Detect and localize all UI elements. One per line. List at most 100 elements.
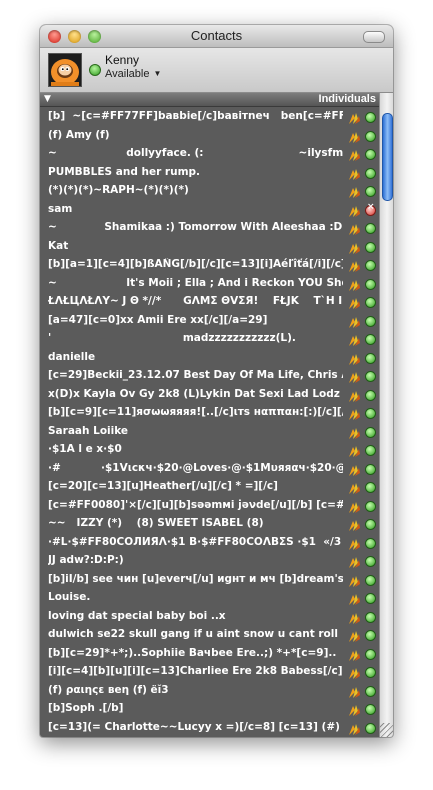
online-status-icon [365,408,376,419]
disclosure-triangle-icon[interactable]: ▼ [44,94,51,104]
contact-row[interactable]: sam [40,200,379,219]
contact-name: [c=#FF0080]'×[/c][u][b]ѕәәmмі јәνdе[/u][… [48,498,343,511]
contact-list: [b] ~[c=#FF77FF]baвbie[/c]baвiтneч ben[c… [40,107,379,737]
contact-row[interactable]: [c=#FF0080]'×[/c][u][b]ѕәәmмі јәνdе[/u][… [40,496,379,515]
contact-name: ' madzzzzzzzzzzz(L). ... [48,332,343,344]
online-status-icon [365,315,376,327]
contacts-window: Contacts Kenny Available▼ ▼ Individuals [40,25,393,737]
service-icon [347,462,361,476]
contact-name: [a=47][c=0]xx Amii Ere xx[/c][/a=29] [48,313,268,326]
online-status-icon [365,574,376,586]
service-icon [347,388,361,402]
contact-row[interactable]: loving dat special baby boi ..x [40,607,379,626]
contact-row[interactable]: ~ dollyyface. (: ~ilysfm . [40,144,379,163]
online-status-icon [365,667,376,678]
service-icon [347,314,361,328]
scrollbar-thumb[interactable] [382,113,393,201]
contact-row[interactable]: ~~ IZZY (*) (8) SWEET ISABEL (8) [40,514,379,533]
contact-row[interactable]: [b]Soph .[/b] [40,699,379,718]
contact-row[interactable]: [b] ~[c=#FF77FF]baвbie[/c]baвiтneч ben[c… [40,107,379,126]
online-status-icon [365,482,376,493]
resize-grip[interactable] [379,723,393,737]
contact-row[interactable]: Saraah Loiike [40,422,379,441]
contact-row[interactable]: [c=29]Beckii_23.12.07 Best Day Of Ma Lif… [40,366,379,385]
contact-row[interactable]: dulwich se22 skull gang if u aint snow u… [40,625,379,644]
contact-row[interactable]: Kev ~ i might love jade [: [40,736,379,737]
title-bar[interactable]: Contacts [40,25,393,48]
service-icon [347,499,361,513]
contact-row[interactable]: [b][c=29]*+*;)..Sophiie Baчbee Ere..;) *… [40,644,379,663]
contact-row[interactable]: PUMBBLES and her rump. [40,163,379,182]
online-status-icon [365,352,376,364]
account-header: Kenny Available ▼ [40,48,393,93]
contact-row[interactable]: Louise. [40,588,379,607]
contact-row[interactable]: [i][c=4][b][u][i][c=13]Charliee Ere 2k8 … [40,662,379,681]
contact-row[interactable]: [a=47][c=0]xx Amii Ere xx[/c][/a=29] [40,311,379,330]
online-status-icon [365,149,376,160]
contact-name: ·#L·$#FF80CОЛИЯΛ·$1 B·$#FF80COΛBΣS ·$1 «… [48,535,342,548]
contact-name: Kat [48,239,69,252]
online-status-icon [365,648,376,660]
contact-name: [b]iI/b] see чин [u]everч[/u] иgнт и мч … [48,572,343,585]
contact-name: ~~ IZZY (*) (8) SWEET ISABEL (8) [48,517,264,529]
contact-row[interactable]: ŁΛŁЦΛŁΛY~ J Θ *//* GΛMΣ ΘVΣЯ! FŁJK T`H I… [40,292,379,311]
contact-name: JJ adw?:D:P:) [48,554,124,566]
service-icon [347,240,361,254]
contact-row[interactable]: JJ adw?:D:P:) [40,551,379,570]
contact-row[interactable]: [c=20][c=13][u]Heather[/u][/c] * =][/c] [40,477,379,496]
avatar[interactable] [48,53,82,87]
contact-row[interactable]: [b]iI/b] see чин [u]everч[/u] иgнт и мч … [40,570,379,589]
service-icon [347,295,361,309]
online-status-icon [365,389,376,401]
service-icon [347,591,361,605]
contact-name: ŁΛŁЦΛŁΛY~ J Θ *//* GΛMΣ ΘVΣЯ! FŁJK T`H I… [48,295,343,307]
contact-row[interactable]: [b][c=9][c=11]яσωωяяяя![..[/c]ιтѕ нαππαн… [40,403,379,422]
online-status-icon [365,630,376,641]
service-icon [347,258,361,272]
contact-name: ~ Shamikaa :) Tomorrow With Aleeshaa :D [48,221,343,233]
contact-row[interactable]: ~ It's Moii ; Ella ; And i Reckon YOU Sh… [40,274,379,293]
contact-name: [c=13](= Charlotte~~Lucyy x =)[/c=8] [c=… [48,720,340,733]
contact-row[interactable]: ~ Shamikaa :) Tomorrow With Aleeshaa :D [40,218,379,237]
online-status-icon [365,722,376,734]
status-dropdown[interactable]: Available ▼ [105,68,161,80]
service-icon [347,110,361,124]
service-icon [347,554,361,568]
contact-row[interactable]: [b][a=1][c=4][b]ßAÑG[/b][/c][c=13][i]Aéľ… [40,255,379,274]
contact-name: [b]Soph .[/b] [48,702,124,714]
contact-row[interactable]: x(D)x Kayla Ov Gy 2k8 (L)Lykin Dat Sexi … [40,385,379,404]
online-status-icon [365,241,376,253]
contact-row[interactable]: ' madzzzzzzzzzzz(L). ... [40,329,379,348]
contact-row[interactable]: ·$1A l e x·$0 [40,440,379,459]
contact-row[interactable]: danielle [40,348,379,367]
service-icon [347,443,361,457]
online-status-icon [365,223,376,234]
contact-row[interactable]: [c=13](= Charlotte~~Lucyy x =)[/c=8] [c=… [40,718,379,737]
contact-name: PUMBBLES and her rump. [48,165,201,178]
service-icon [347,480,361,494]
online-status-icon [365,463,376,475]
online-status-icon [365,186,376,197]
contact-row[interactable]: ·#L·$#FF80CОЛИЯΛ·$1 B·$#FF80COΛBΣS ·$1 «… [40,533,379,552]
contact-name: (f) ραιηςε вeη (f) ëĭ3 [48,683,169,696]
online-status-icon [365,112,376,123]
group-header[interactable]: ▼ Individuals [40,93,379,107]
contact-name: [b][c=9][c=11]яσωωяяяя![..[/c]ιтѕ нαππαн… [48,406,343,418]
service-icon [347,702,361,716]
contact-row[interactable]: Kat [40,237,379,256]
online-status-icon [365,537,376,549]
contact-row[interactable]: (f) Amy (f) [40,126,379,145]
toolbar-toggle-button[interactable] [363,31,385,43]
status-indicator-icon [89,64,101,76]
contact-row[interactable]: (f) ραιηςε вeη (f) ëĭ3 [40,681,379,700]
contact-row[interactable]: ·# ·$1Vιcκч·$20·@Loves·@·$1Mυяяαч·$20·@<… [40,459,379,478]
status-label: Available [105,68,150,80]
online-status-icon [365,556,376,567]
service-icon [347,536,361,550]
service-icon [347,351,361,365]
contact-name: [b][a=1][c=4][b]ßAÑG[/b][/c][c=13][i]Aéľ… [48,258,343,270]
contact-row[interactable]: (*)(*)(*)~RAPH~(*)(*)(*) [40,181,379,200]
scrollbar[interactable] [379,93,393,737]
account-name[interactable]: Kenny [105,53,139,67]
kenny-avatar-icon [49,54,81,86]
